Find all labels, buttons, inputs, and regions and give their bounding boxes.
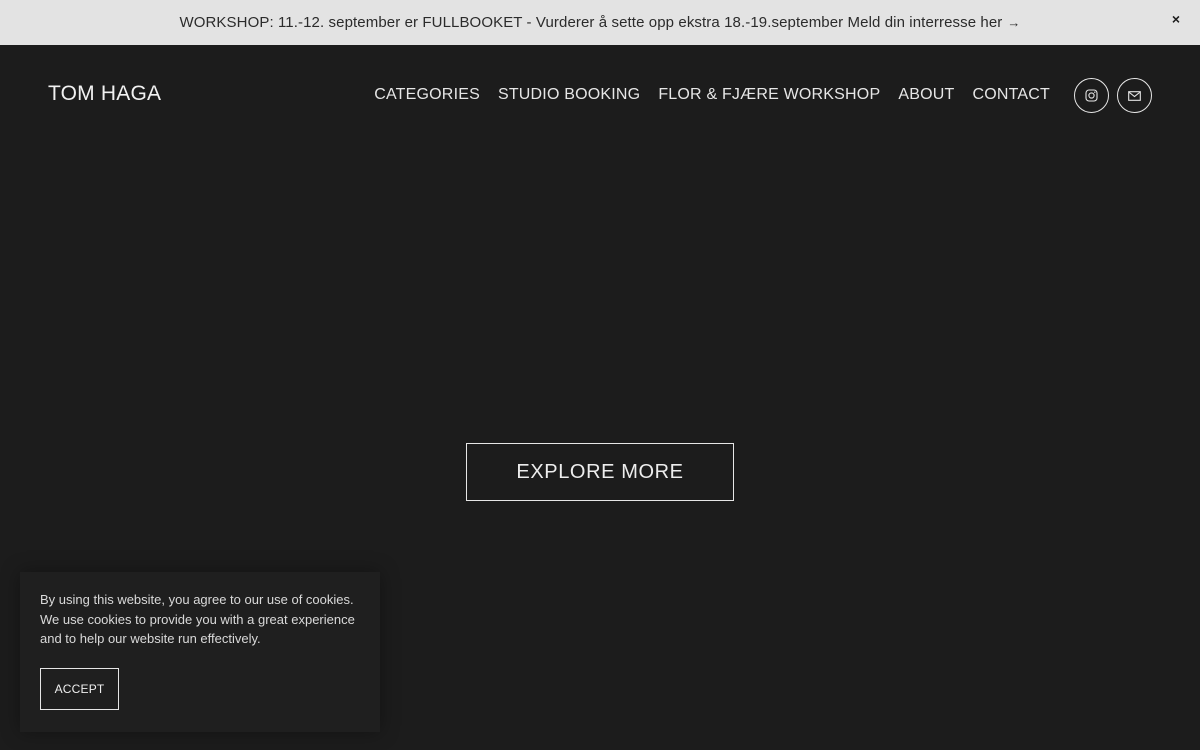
nav-flor-fjaere-workshop[interactable]: FLOR & FJÆRE WORKSHOP <box>658 86 880 104</box>
main-nav: CATEGORIES STUDIO BOOKING FLOR & FJÆRE W… <box>374 86 1050 104</box>
nav-studio-booking[interactable]: STUDIO BOOKING <box>498 86 640 104</box>
cookie-text: By using this website, you agree to our … <box>40 592 355 646</box>
explore-more-button[interactable]: EXPLORE MORE <box>466 443 734 501</box>
announcement-link[interactable]: WORKSHOP: 11.-12. september er FULLBOOKE… <box>179 14 1020 31</box>
nav-contact[interactable]: CONTACT <box>972 86 1050 104</box>
announcement-bar: WORKSHOP: 11.-12. september er FULLBOOKE… <box>0 0 1200 45</box>
accept-button[interactable]: ACCEPT <box>40 668 119 710</box>
arrow-right-icon: → <box>1007 15 1021 30</box>
announcement-text: WORKSHOP: 11.-12. september er FULLBOOKE… <box>179 14 1003 31</box>
instagram-icon <box>1085 89 1098 102</box>
site-logo[interactable]: TOM HAGA <box>48 82 161 106</box>
close-icon[interactable]: × <box>1168 11 1184 27</box>
mail-icon <box>1128 90 1141 101</box>
site-header: TOM HAGA CATEGORIES STUDIO BOOKING FLOR … <box>0 45 1200 145</box>
nav-about[interactable]: ABOUT <box>898 86 954 104</box>
nav-categories[interactable]: CATEGORIES <box>374 86 480 104</box>
cookie-banner: By using this website, you agree to our … <box>20 572 380 732</box>
mail-button[interactable] <box>1117 78 1152 113</box>
social-links <box>1074 78 1152 113</box>
instagram-button[interactable] <box>1074 78 1109 113</box>
